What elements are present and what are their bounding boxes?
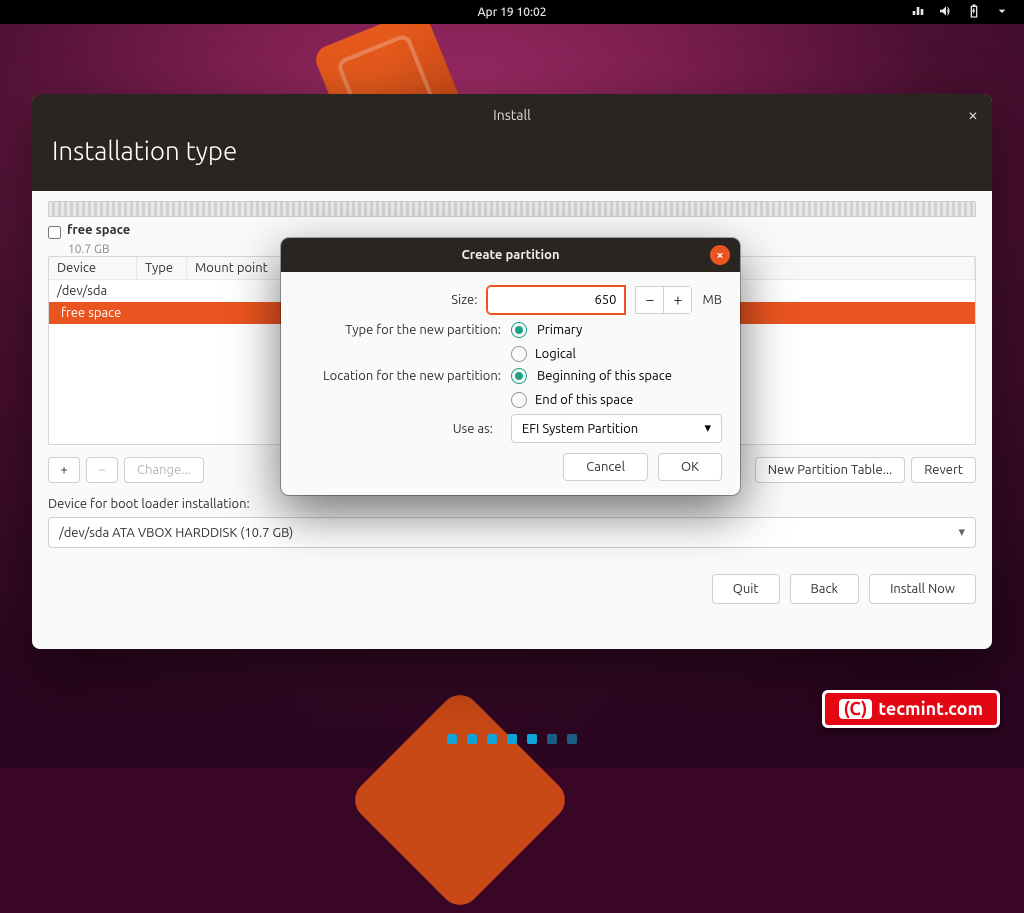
primary-radio-label: Primary [537, 323, 582, 337]
battery-icon[interactable] [966, 3, 982, 22]
window-close-button[interactable]: × [968, 105, 978, 125]
free-space-checkbox[interactable] [48, 226, 61, 239]
add-partition-button[interactable]: + [48, 457, 80, 483]
dialog-close-button[interactable]: × [710, 245, 730, 265]
beginning-radio[interactable] [511, 368, 527, 384]
back-button[interactable]: Back [790, 574, 860, 604]
revert-button[interactable]: Revert [911, 457, 976, 483]
volume-icon[interactable] [938, 3, 954, 22]
primary-radio[interactable] [511, 322, 527, 338]
logical-radio-label: Logical [535, 347, 576, 361]
useas-label: Use as: [299, 422, 493, 436]
install-now-button[interactable]: Install Now [869, 574, 976, 604]
partition-type-label: Type for the new partition: [299, 323, 501, 337]
beginning-radio-label: Beginning of this space [537, 369, 672, 383]
dialog-title: Create partition [461, 248, 559, 262]
watermark: (C)tecmint.com [822, 690, 1000, 728]
remove-partition-button[interactable]: − [86, 457, 118, 483]
bootloader-label: Device for boot loader installation: [48, 497, 976, 511]
new-partition-table-button[interactable]: New Partition Table... [755, 457, 906, 483]
step-pager [0, 734, 1024, 744]
free-space-label: free space [67, 223, 130, 237]
size-label: Size: [299, 293, 477, 307]
change-partition-button[interactable]: Change... [124, 457, 204, 483]
size-unit: MB [702, 293, 722, 307]
size-input[interactable] [487, 286, 625, 314]
size-spinner: − + [635, 286, 692, 314]
quit-button[interactable]: Quit [712, 574, 780, 604]
location-label: Location for the new partition: [299, 369, 501, 383]
useas-select[interactable]: EFI System Partition ▾ [511, 414, 722, 443]
watermark-c: (C) [839, 699, 873, 719]
chevron-down-icon: ▾ [704, 421, 711, 436]
partition-usage-bar[interactable] [48, 201, 976, 217]
ok-button[interactable]: OK [658, 453, 722, 481]
logical-radio[interactable] [511, 346, 527, 362]
bootloader-select[interactable]: /dev/sda ATA VBOX HARDDISK (10.7 GB) ▾ [48, 517, 976, 548]
create-partition-dialog: Create partition × Size: − + MB Type for… [281, 238, 740, 495]
bootloader-value: /dev/sda ATA VBOX HARDDISK (10.7 GB) [59, 526, 293, 540]
chevron-down-icon: ▾ [958, 525, 965, 540]
col-type[interactable]: Type [137, 257, 187, 279]
cancel-button[interactable]: Cancel [563, 453, 648, 481]
window-title: Install [493, 107, 531, 123]
end-radio[interactable] [511, 392, 527, 408]
network-icon[interactable] [910, 3, 926, 22]
size-decrement-button[interactable]: − [635, 287, 663, 313]
window-titlebar: Install × [32, 94, 992, 136]
chevron-down-icon[interactable] [994, 3, 1010, 22]
col-device[interactable]: Device [49, 257, 137, 279]
useas-value: EFI System Partition [522, 422, 638, 436]
end-radio-label: End of this space [535, 393, 633, 407]
page-title: Installation type [52, 136, 972, 165]
desktop-topbar: Apr 19 10:02 [0, 0, 1024, 24]
watermark-text: tecmint.com [878, 699, 983, 719]
size-increment-button[interactable]: + [663, 287, 691, 313]
clock: Apr 19 10:02 [477, 6, 546, 19]
